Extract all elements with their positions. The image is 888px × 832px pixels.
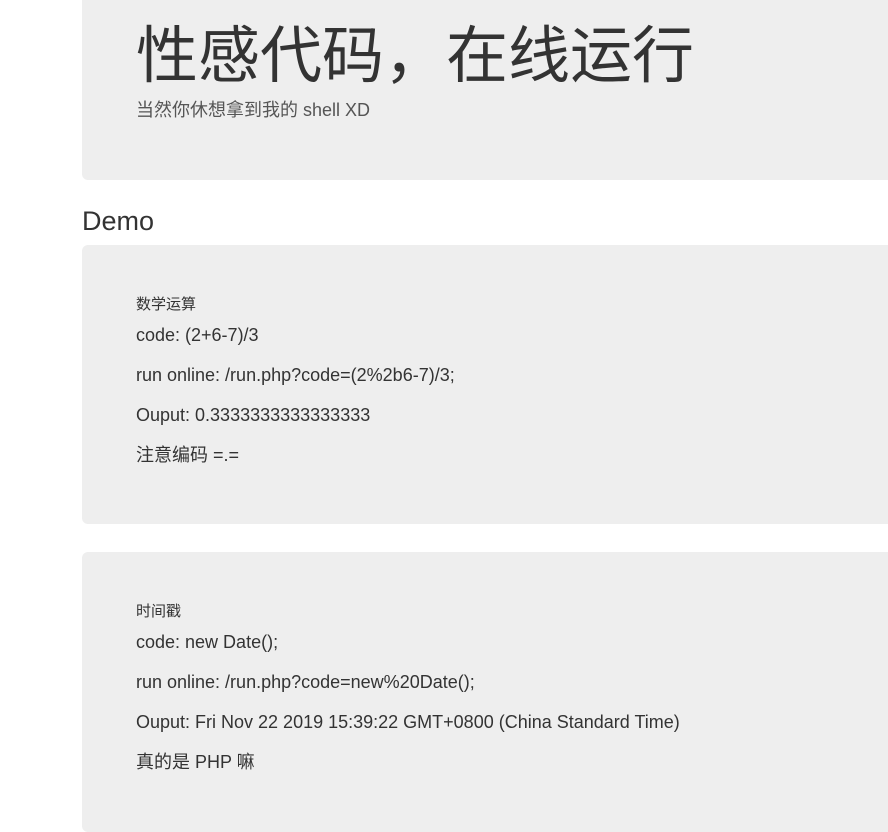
demo-run-url: run online: /run.php?code=(2%2b6-7)/3; [136, 365, 455, 385]
demo-title: 时间戳 [136, 603, 182, 620]
section-heading-demo: Demo [82, 206, 155, 236]
page-title: 性感代码，在线运行 [136, 22, 695, 91]
demo-card-math: 数学运算 code: (2+6-7)/3 run online: /run.ph… [82, 245, 888, 524]
demo-note: 真的是 PHP 嘛 [136, 752, 255, 772]
demo-output: Ouput: 0.3333333333333333 [136, 405, 371, 425]
page-subtitle: 当然你休想拿到我的 shell XD [136, 100, 371, 120]
demo-card-timestamp: 时间戳 code: new Date(); run online: /run.p… [82, 552, 888, 832]
demo-code: code: new Date(); [136, 632, 279, 652]
demo-output: Ouput: Fri Nov 22 2019 15:39:22 GMT+0800… [136, 712, 680, 732]
demo-run-url: run online: /run.php?code=new%20Date(); [136, 672, 475, 692]
demo-code: code: (2+6-7)/3 [136, 325, 259, 345]
jumbotron-header: 性感代码，在线运行 当然你休想拿到我的 shell XD [82, 0, 888, 180]
demo-title: 数学运算 [136, 296, 197, 313]
demo-note: 注意编码 =.= [136, 445, 240, 465]
